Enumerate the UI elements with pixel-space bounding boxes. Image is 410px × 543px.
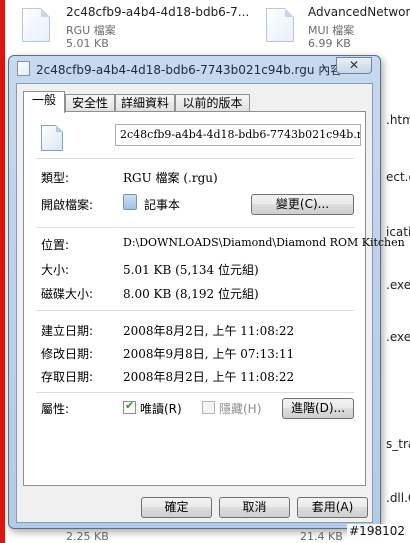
accessed-value: 2008年8月2日, 上午 11:08:22 (123, 370, 295, 384)
bg-file-size: 21.4 KB (300, 530, 343, 543)
disk-size-value: 8.00 KB (8,192 位元組) (123, 287, 259, 301)
divider (36, 310, 354, 311)
size-label: 大小: (41, 263, 70, 277)
type-value: RGU 檔案 (.rgu) (123, 171, 218, 185)
bg-file-fragment[interactable]: .dll.C (386, 491, 410, 505)
bg-file-mui[interactable]: AdvancedNetwor MUI 檔案 6.99 KB (258, 0, 410, 52)
cancel-button[interactable]: 取消 (219, 497, 290, 518)
bg-file-size: 5.01 KB (66, 37, 109, 50)
tab-security[interactable]: 安全性 (65, 94, 115, 112)
bg-file-fragment[interactable]: ect.ex (386, 170, 410, 184)
tab-general[interactable]: 一般 (23, 91, 65, 113)
modified-label: 修改日期: (41, 347, 94, 361)
bg-file-fragment[interactable]: .htm (386, 113, 410, 127)
location-label: 位置: (41, 238, 70, 252)
size-value: 5.01 KB (5,134 位元組) (123, 263, 259, 277)
bg-file-type: RGU 檔案 (66, 24, 116, 37)
watermark: #198102 (347, 524, 407, 538)
hidden-checkbox[interactable] (202, 401, 215, 414)
document-icon (22, 8, 50, 42)
disk-size-label: 磁碟大小: (41, 287, 94, 301)
bg-file-name: AdvancedNetwor (308, 5, 410, 19)
readonly-checkbox[interactable] (123, 399, 136, 414)
dialog-titlebar[interactable]: 2c48cfb9-a4b4-4d18-bdb6-7743b021c94b.rgu… (9, 56, 380, 82)
attributes-label: 屬性: (41, 402, 70, 416)
readonly-label[interactable]: 唯讀(R) (140, 400, 182, 417)
bg-file-fragment[interactable]: s_tra (386, 437, 410, 451)
red-edge (0, 0, 5, 543)
ok-button[interactable]: 確定 (141, 497, 212, 518)
bg-file-rgu[interactable]: 2c48cfb9-a4b4-4d18-bdb6-7... RGU 檔案 5.01… (0, 0, 250, 52)
bg-file-fragment[interactable]: .exe. (386, 278, 410, 292)
change-button[interactable]: 變更(C)... (251, 194, 354, 215)
bg-file-size: 6.99 KB (308, 37, 351, 50)
tab-previous-versions[interactable]: 以前的版本 (175, 94, 250, 112)
type-label: 類型: (41, 171, 70, 185)
created-label: 建立日期: (41, 324, 94, 338)
modified-value: 2008年9月8日, 上午 07:13:11 (123, 347, 295, 361)
general-panel: 2c48cfb9-a4b4-4d18-bdb6-7743b021c94b.rgu… (23, 111, 405, 486)
accessed-label: 存取日期: (41, 370, 94, 384)
location-value: D:\DOWNLOADS\Diamond\Diamond ROM Kitchen (123, 236, 405, 249)
divider (36, 227, 354, 228)
dialog-title: 2c48cfb9-a4b4-4d18-bdb6-7743b021c94b.rgu… (36, 63, 343, 77)
hidden-label[interactable]: 隱藏(H) (219, 400, 261, 417)
close-button[interactable]: ✕ (336, 57, 372, 74)
filename-input[interactable]: 2c48cfb9-a4b4-4d18-bdb6-7743b021c94b.rgu (115, 124, 361, 146)
notepad-icon (123, 194, 137, 210)
document-icon (266, 8, 294, 42)
opens-with-label: 開啟檔案: (41, 198, 94, 212)
bg-file-name: 2c48cfb9-a4b4-4d18-bdb6-7... (66, 5, 250, 19)
dialog-client: 一般 安全性 詳細資料 以前的版本 2c48cfb9-a4b4-4d18-bdb… (16, 83, 405, 523)
properties-dialog: 2c48cfb9-a4b4-4d18-bdb6-7743b021c94b.rgu… (8, 55, 405, 529)
file-icon (17, 61, 30, 76)
bg-file-fragment[interactable]: .exe. (386, 330, 410, 344)
tab-details[interactable]: 詳細資料 (115, 94, 175, 112)
divider (36, 158, 354, 159)
divider (36, 392, 354, 393)
bg-file-type: MUI 檔案 (308, 24, 355, 37)
bg-file-size: 2.25 KB (66, 530, 109, 543)
opens-with-value: 記事本 (144, 198, 181, 212)
created-value: 2008年8月2日, 上午 11:08:22 (123, 324, 295, 338)
advanced-button[interactable]: 進階(D)... (282, 398, 354, 419)
file-icon (41, 125, 63, 151)
apply-button[interactable]: 套用(A) (297, 497, 368, 518)
